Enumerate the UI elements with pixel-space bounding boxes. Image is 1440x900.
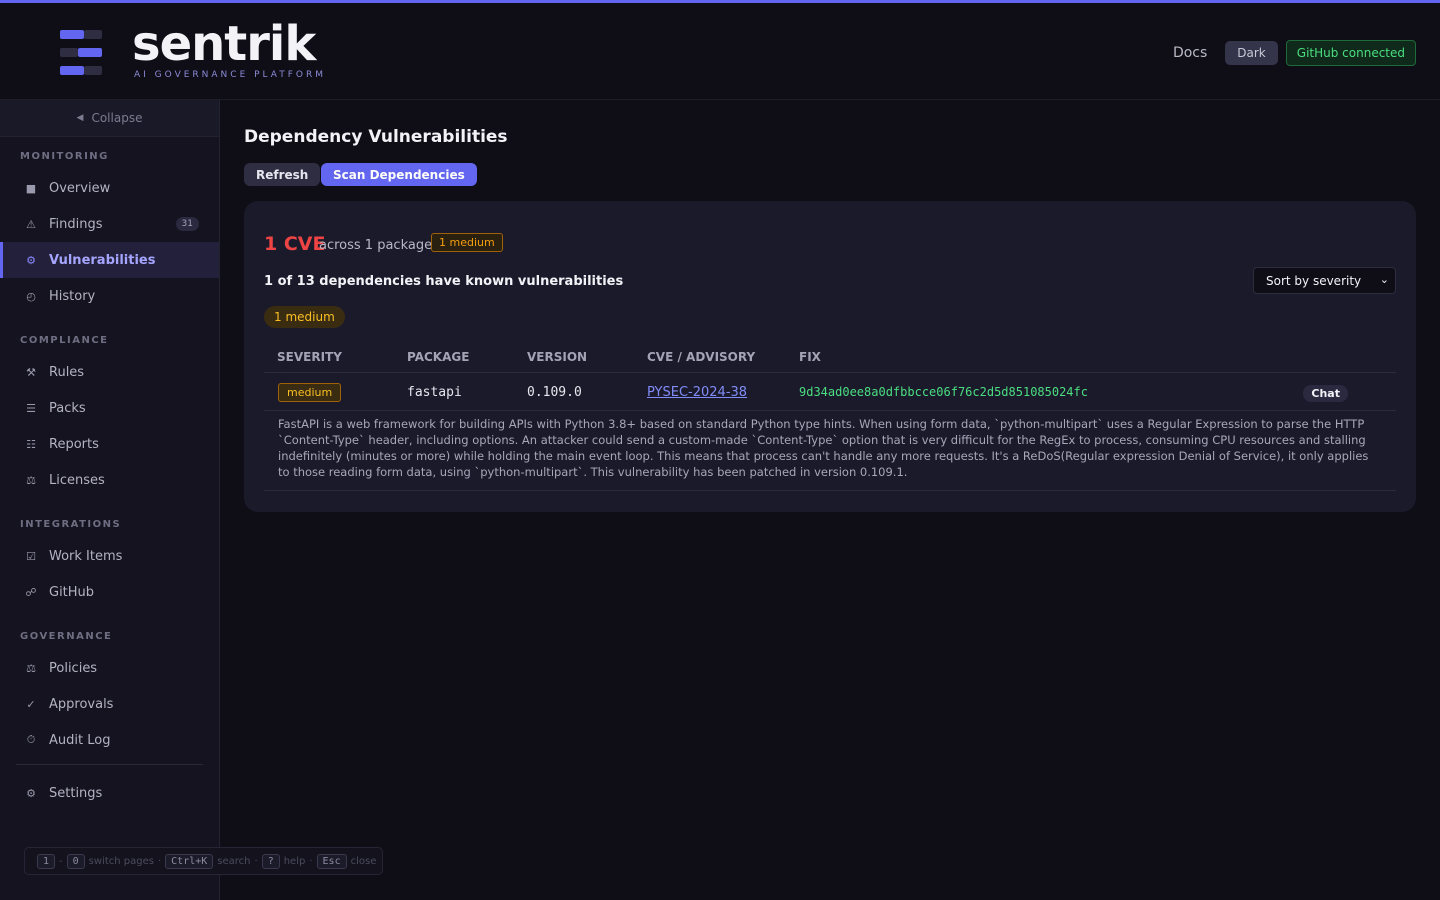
sidebar-item-label: Audit Log xyxy=(49,732,111,748)
sidebar-item-audit-log[interactable]: ⏱ Audit Log xyxy=(0,722,219,758)
page-title: Dependency Vulnerabilities xyxy=(244,127,508,147)
severity-filter-pill[interactable]: 1 medium xyxy=(264,306,345,328)
section-compliance: COMPLIANCE xyxy=(20,335,109,346)
kbd-key: 1 xyxy=(37,853,56,869)
gear-icon: ⚙ xyxy=(26,786,36,800)
cve-package-count: across 1 package xyxy=(319,238,433,253)
vulnerability-description: FastAPI is a web framework for building … xyxy=(264,411,1396,491)
kbd-key: Ctrl+K xyxy=(165,853,214,869)
package-version: 0.109.0 xyxy=(527,385,582,400)
report-icon: ☷ xyxy=(26,437,36,451)
chat-button[interactable]: Chat xyxy=(1303,385,1348,402)
sidebar-item-label: Packs xyxy=(49,400,86,416)
shortcut-label: close xyxy=(350,855,377,867)
shortcut-label: switch pages xyxy=(88,855,154,867)
collapse-button[interactable]: ◀ Collapse xyxy=(0,100,219,137)
vulnerability-card: 1 CVE across 1 package 1 medium 1 of 13 … xyxy=(244,201,1416,512)
cve-advisory-link[interactable]: PYSEC-2024-38 xyxy=(647,385,747,400)
sidebar-item-label: Vulnerabilities xyxy=(49,252,156,268)
logo-icon xyxy=(60,30,102,76)
vulnerability-table: SEVERITY PACKAGE VERSION CVE / ADVISORY … xyxy=(264,340,1396,491)
square-icon: ■ xyxy=(25,181,37,195)
kbd-key: 0 xyxy=(66,853,85,869)
chevron-left-icon: ◀ xyxy=(76,113,84,123)
sidebar-item-settings[interactable]: ⚙ Settings xyxy=(0,775,219,811)
column-package: PACKAGE xyxy=(407,350,470,364)
shortcut-label: search xyxy=(217,855,251,867)
sidebar-item-packs[interactable]: ☰ Packs xyxy=(0,390,219,426)
checkbox-icon: ☑ xyxy=(26,549,36,563)
sidebar-item-label: Work Items xyxy=(49,548,123,564)
severity-badge: medium xyxy=(278,383,342,402)
sidebar-item-licenses[interactable]: ⚖ Licenses xyxy=(0,462,219,498)
github-status-badge: GitHub connected xyxy=(1285,40,1416,66)
sidebar-item-github[interactable]: ☍ GitHub xyxy=(0,574,219,610)
brand-tagline: AI GOVERNANCE PLATFORM xyxy=(134,70,327,80)
scan-dependencies-button[interactable]: Scan Dependencies xyxy=(321,163,477,186)
scales-icon: ⚖ xyxy=(26,473,36,487)
table-header: SEVERITY PACKAGE VERSION CVE / ADVISORY … xyxy=(264,340,1396,373)
fix-commit: 9d34ad0ee8a0dfbbcce06f76c2d5d851085024fc xyxy=(799,385,1088,399)
sidebar-divider xyxy=(16,764,203,765)
severity-summary-badge: 1 medium xyxy=(431,233,503,252)
list-icon: ☰ xyxy=(26,401,36,415)
keyboard-shortcuts-hint: 1 - 0 switch pages · Ctrl+K search · ? h… xyxy=(24,847,383,875)
sidebar-item-work-items[interactable]: ☑ Work Items xyxy=(0,538,219,574)
sidebar-item-label: Reports xyxy=(49,436,99,452)
brand-name: sentrik xyxy=(132,16,316,72)
sidebar-item-reports[interactable]: ☷ Reports xyxy=(0,426,219,462)
gear-icon: ⚙ xyxy=(26,253,36,267)
clock-icon: ◴ xyxy=(26,289,36,303)
sort-select[interactable]: Sort by severity ⌄ xyxy=(1253,267,1396,294)
sidebar-item-label: Rules xyxy=(49,364,85,380)
sidebar-item-history[interactable]: ◴ History xyxy=(0,278,219,314)
refresh-button[interactable]: Refresh xyxy=(244,163,321,186)
package-name: fastapi xyxy=(407,385,462,400)
scales-icon: ⚖ xyxy=(26,661,36,675)
docs-link[interactable]: Docs xyxy=(1173,45,1207,61)
section-integrations: INTEGRATIONS xyxy=(20,519,122,530)
section-governance: GOVERNANCE xyxy=(20,631,113,642)
column-cve: CVE / ADVISORY xyxy=(647,350,756,364)
sidebar-item-rules[interactable]: ⚒ Rules xyxy=(0,354,219,390)
header-actions: Docs Dark GitHub connected xyxy=(1173,40,1416,66)
findings-count-badge: 31 xyxy=(175,217,199,231)
sort-select-value: Sort by severity xyxy=(1266,273,1362,288)
shortcut-label: help xyxy=(283,855,306,867)
sidebar: ◀ Collapse MONITORING ■ Overview ⚠ Findi… xyxy=(0,100,220,900)
dependency-summary: 1 of 13 dependencies have known vulnerab… xyxy=(264,274,624,289)
app-header: sentrik AI GOVERNANCE PLATFORM Docs Dark… xyxy=(0,3,1440,100)
sidebar-item-policies[interactable]: ⚖ Policies xyxy=(0,650,219,686)
timer-icon: ⏱ xyxy=(26,733,36,746)
sidebar-item-label: Approvals xyxy=(49,696,114,712)
column-version: VERSION xyxy=(527,350,588,364)
column-severity: SEVERITY xyxy=(277,350,342,364)
sidebar-item-label: History xyxy=(49,288,96,304)
link-icon: ☍ xyxy=(25,585,37,599)
check-icon: ✓ xyxy=(26,697,36,711)
sidebar-item-vulnerabilities[interactable]: ⚙ Vulnerabilities xyxy=(0,242,219,278)
collapse-label: Collapse xyxy=(91,111,143,125)
section-monitoring: MONITORING xyxy=(20,151,109,162)
cve-count: 1 CVE xyxy=(264,233,326,255)
sidebar-item-label: Policies xyxy=(49,660,98,676)
column-fix: FIX xyxy=(799,350,821,364)
table-row: medium fastapi 0.109.0 PYSEC-2024-38 9d3… xyxy=(264,373,1396,411)
sidebar-item-label: Overview xyxy=(49,180,111,196)
sidebar-item-label: Licenses xyxy=(49,472,105,488)
sidebar-item-label: Findings xyxy=(49,216,103,232)
warning-icon: ⚠ xyxy=(26,217,36,231)
sidebar-item-findings[interactable]: ⚠ Findings 31 xyxy=(0,206,219,242)
kbd-key: Esc xyxy=(316,853,347,869)
theme-toggle-button[interactable]: Dark xyxy=(1225,41,1278,65)
sidebar-item-approvals[interactable]: ✓ Approvals xyxy=(0,686,219,722)
sidebar-item-overview[interactable]: ■ Overview xyxy=(0,170,219,206)
chevron-down-icon: ⌄ xyxy=(1379,273,1389,286)
sidebar-item-label: GitHub xyxy=(49,584,95,600)
kbd-key: ? xyxy=(261,853,280,869)
sidebar-item-label: Settings xyxy=(49,785,103,801)
tools-icon: ⚒ xyxy=(26,365,36,379)
